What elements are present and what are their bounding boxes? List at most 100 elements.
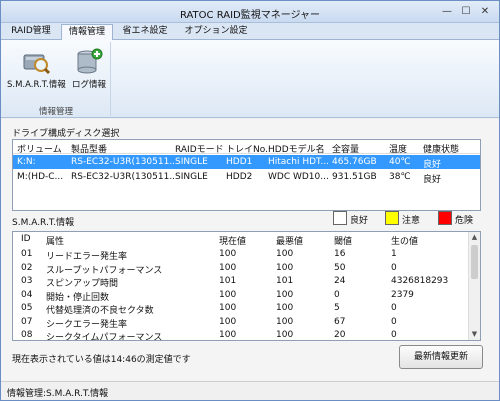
drive-product-model: RS-EC32-U3R(130511... xyxy=(71,172,175,182)
column-header-volume[interactable]: ボリューム xyxy=(17,142,69,155)
smart-worst-value: 100 xyxy=(276,330,294,340)
smart-attribute-list[interactable]: ID 属性 現在値 最悪値 閾値 生の値 01 リードエラー発生率 100 100 16… xyxy=(12,231,481,341)
refresh-info-button[interactable]: 最新情報更新 xyxy=(399,345,483,369)
legend-warning-label: 注意 xyxy=(402,216,421,226)
smart-raw-value: 4326818293 xyxy=(391,276,449,286)
drive-health: 良好 xyxy=(423,160,442,170)
smart-raw-value: 0 xyxy=(391,330,397,340)
smart-raw-value: 0 xyxy=(391,316,397,327)
smart-info-button[interactable]: S.M.A.R.T.情報 xyxy=(7,44,66,94)
smart-raw-value: 1 xyxy=(391,249,397,259)
smart-row[interactable]: 01 リードエラー発生率 100 100 16 1 xyxy=(13,247,480,262)
column-header-health[interactable]: 健康状態 xyxy=(423,142,473,155)
smart-row[interactable]: 02 スループットパフォーマンス 100 100 50 0 xyxy=(13,261,480,276)
column-header-product-model[interactable]: 製品型番 xyxy=(71,142,175,155)
title-bar: RATOC RAID監視マネージャー — ☐ ✕ xyxy=(1,1,499,23)
drive-raid-mode: SINGLE xyxy=(175,157,208,167)
window-title: RATOC RAID監視マネージャー xyxy=(179,10,321,21)
log-info-label: ログ情報 xyxy=(71,80,106,90)
main-content: ドライブ構成ディスク選択 ボリューム 製品型番 RAIDモード トレイNo. H… xyxy=(1,119,499,381)
legend-danger-label: 危険 xyxy=(455,216,474,226)
smart-current-value: 100 xyxy=(219,330,237,340)
smart-info-label: S.M.A.R.T.情報 xyxy=(7,80,66,90)
smart-row[interactable]: 03 スピンアップ時間 101 101 24 4326818293 xyxy=(13,274,480,289)
drive-row[interactable]: M:(HD-C... RS-EC32-U3R(130511... SINGLE … xyxy=(13,170,480,185)
drive-volume: M:(HD-C... xyxy=(17,172,64,182)
tab-raid-management[interactable]: RAID管理 xyxy=(5,24,57,40)
legend-good-label: 良好 xyxy=(350,216,369,226)
drive-list[interactable]: ボリューム 製品型番 RAIDモード トレイNo. HDDモデル名 全容量 温度… xyxy=(12,139,481,211)
smart-threshold: 67 xyxy=(334,316,346,327)
smart-section-label: S.M.A.R.T.情報 xyxy=(12,218,75,228)
smart-attribute-name: シークタイムパフォーマンス xyxy=(46,333,163,341)
close-button[interactable]: ✕ xyxy=(478,6,492,18)
smart-raw-value: 0 xyxy=(391,303,397,313)
drive-product-model: RS-EC32-U3R(130511... xyxy=(71,157,175,167)
smart-current-value: 100 xyxy=(219,249,237,259)
smart-row[interactable]: 07 シークエラー発生率 100 100 67 0 xyxy=(13,315,480,330)
smart-row[interactable]: 05 代替処理済の不良セクタ数 100 100 5 0 xyxy=(13,301,480,316)
column-header-raid-mode[interactable]: RAIDモード xyxy=(175,142,225,155)
column-header-worst[interactable]: 最悪値 xyxy=(276,234,316,247)
hard-disk-magnifier-icon xyxy=(23,54,51,75)
smart-worst-value: 101 xyxy=(276,276,294,286)
legend-good-swatch xyxy=(333,211,347,225)
column-header-raw-value[interactable]: 生の値 xyxy=(391,234,461,247)
scroll-down-arrow-icon[interactable]: ▼ xyxy=(469,329,480,340)
smart-worst-value: 100 xyxy=(276,262,294,273)
smart-worst-value: 100 xyxy=(276,316,294,327)
ribbon-group-label: 情報管理 xyxy=(38,107,73,117)
drive-capacity: 465.76GB xyxy=(332,157,377,167)
app-window: RATOC RAID監視マネージャー — ☐ ✕ RAID管理 情報管理 省エネ… xyxy=(0,0,500,401)
smart-threshold: 5 xyxy=(334,303,340,313)
smart-list-scrollbar[interactable]: ▲ ▼ xyxy=(468,232,480,340)
smart-current-value: 101 xyxy=(219,276,237,286)
smart-raw-value: 2379 xyxy=(391,289,414,300)
drive-volume: K:N: xyxy=(17,157,36,167)
smart-threshold: 20 xyxy=(334,330,346,340)
drive-temperature: 38℃ xyxy=(389,172,411,182)
log-info-button[interactable]: ログ情報 xyxy=(69,44,109,94)
smart-worst-value: 100 xyxy=(276,289,294,300)
scroll-up-arrow-icon[interactable]: ▲ xyxy=(469,232,480,243)
smart-row[interactable]: 04 開始・停止回数 100 100 0 2379 xyxy=(13,288,480,303)
smart-current-value: 100 xyxy=(219,316,237,327)
smart-threshold: 0 xyxy=(334,289,340,300)
tab-info-management[interactable]: 情報管理 xyxy=(61,24,113,40)
legend-warning-swatch xyxy=(385,211,399,225)
column-header-capacity[interactable]: 全容量 xyxy=(332,142,388,155)
column-header-temperature[interactable]: 温度 xyxy=(389,142,427,155)
smart-worst-value: 100 xyxy=(276,303,294,313)
smart-row[interactable]: 08 シークタイムパフォーマンス 100 100 20 0 xyxy=(13,328,480,341)
drive-row[interactable]: K:N: RS-EC32-U3R(130511... SINGLE HDD1 H… xyxy=(13,155,480,170)
tab-power-saving[interactable]: 省エネ設定 xyxy=(117,24,173,40)
legend-danger-swatch xyxy=(438,211,452,225)
ribbon-tab-bar: RAID管理 情報管理 省エネ設定 オプション設定 xyxy=(1,23,499,40)
database-add-icon xyxy=(77,48,103,74)
smart-worst-value: 100 xyxy=(276,249,294,259)
ribbon-panel: S.M.A.R.T.情報 ログ情報 情報管理 xyxy=(1,40,499,118)
smart-threshold: 24 xyxy=(334,276,346,286)
status-bar: 情報管理:S.M.A.R.T.情報 xyxy=(1,381,499,400)
column-header-threshold[interactable]: 閾値 xyxy=(334,234,374,247)
drive-temperature: 40℃ xyxy=(389,157,411,167)
column-header-current[interactable]: 現在値 xyxy=(219,234,259,247)
smart-current-value: 100 xyxy=(219,262,237,273)
drive-list-header: ボリューム 製品型番 RAIDモード トレイNo. HDDモデル名 全容量 温度… xyxy=(13,140,480,155)
smart-current-value: 100 xyxy=(219,303,237,313)
minimize-button[interactable]: — xyxy=(440,6,454,18)
column-header-attribute[interactable]: 属性 xyxy=(46,234,216,247)
drive-section-label: ドライブ構成ディスク選択 xyxy=(12,129,120,139)
scroll-thumb[interactable] xyxy=(471,245,478,279)
tab-options[interactable]: オプション設定 xyxy=(181,24,251,40)
drive-health: 良好 xyxy=(423,175,442,185)
ribbon-group-info: S.M.A.R.T.情報 ログ情報 情報管理 xyxy=(3,42,111,117)
smart-current-value: 100 xyxy=(219,289,237,300)
drive-capacity: 931.51GB xyxy=(332,172,377,182)
maximize-button[interactable]: ☐ xyxy=(459,6,473,18)
smart-list-header: ID 属性 現在値 最悪値 閾値 生の値 xyxy=(13,232,480,247)
smart-threshold: 16 xyxy=(334,249,346,259)
drive-raid-mode: SINGLE xyxy=(175,172,208,182)
smart-threshold: 50 xyxy=(334,262,346,273)
measurement-time-text: 現在表示されている値は14:46の測定値です xyxy=(12,355,191,365)
